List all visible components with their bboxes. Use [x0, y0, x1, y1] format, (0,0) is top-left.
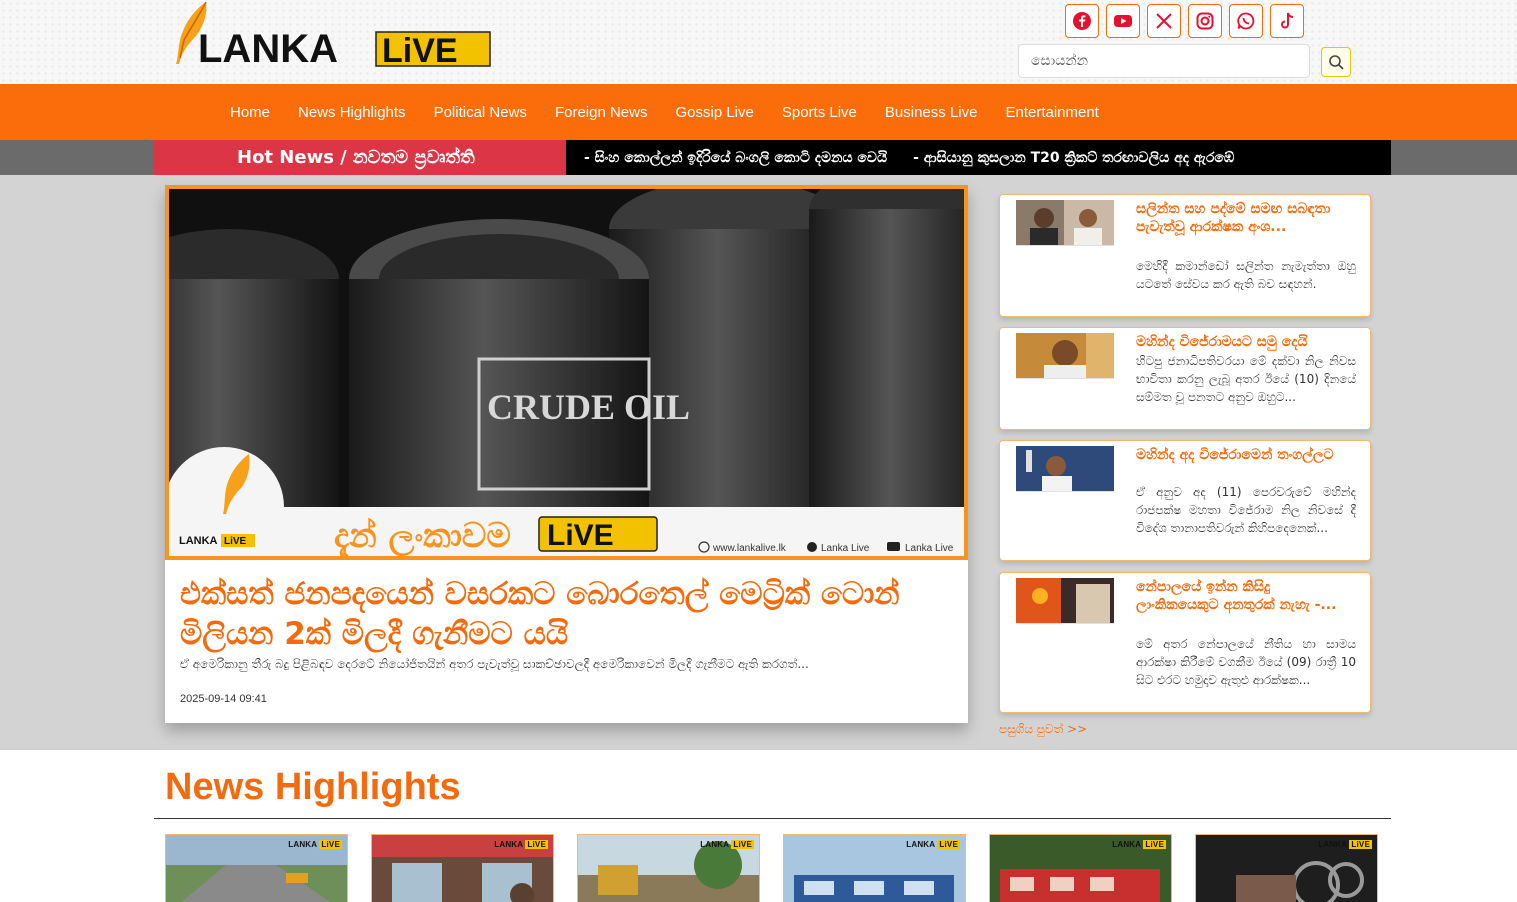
highlights-heading: News Highlights	[165, 766, 461, 808]
banner-site: www.lankalive.lk	[712, 543, 787, 554]
side-news-text: මෙහිදී කමාන්ඩෝ සලින්ත නැමැත්තා ඔහු යටතේ …	[1136, 259, 1356, 291]
side-news-title[interactable]: මහින්ද අද විජේරාමෙන් තංගල්ලට	[1136, 447, 1356, 465]
more-news-link[interactable]: පසුගිය පුවත් >>	[999, 722, 1087, 737]
nav-item-foreign-news[interactable]: Foreign News	[555, 104, 648, 121]
nav-item-home[interactable]: Home	[230, 104, 270, 121]
tiktok-button[interactable]	[1270, 4, 1304, 38]
nav-item-business-live[interactable]: Business Live	[885, 104, 978, 121]
x-icon	[1156, 13, 1172, 29]
nav-item-gossip-live[interactable]: Gossip Live	[675, 104, 753, 121]
youtube-icon	[1114, 15, 1132, 27]
banner-logo-word: LANKA	[179, 535, 218, 547]
highlight-card[interactable]: LANKA LiVE	[165, 834, 348, 902]
side-news-text: මේ අතර නේපාලයේ නීතිය හා සාමය ආරක්ෂා කිරී…	[1136, 637, 1356, 687]
ticker-item[interactable]: - ආසියානු කුසලාන T20 ක්‍රිකට් තරඟාවලිය අ…	[895, 150, 1242, 166]
news-photo	[1016, 446, 1114, 491]
ticker-item[interactable]: - සිංහ කොල්ලන් ඉදිරියේ බංගලි කොටි දමනය ව…	[566, 150, 895, 166]
featured-title[interactable]: එක්සත් ජනපදයෙන් වසරකට බොරතෙල් මෙට්‍රික් …	[180, 575, 950, 654]
highlight-card[interactable]: LANKA LiVE	[989, 834, 1172, 902]
tiktok-icon	[1281, 12, 1294, 29]
side-news-text: හිටපු ජනාධිපතිවරයා මේ දක්වා නිල නිවස භාව…	[1136, 354, 1356, 404]
instagram-button[interactable]	[1188, 4, 1222, 38]
logo-word-lanka: LANKA	[198, 27, 338, 71]
youtube-button[interactable]	[1106, 4, 1140, 38]
highlight-logo: LANKA LiVE	[494, 840, 548, 849]
side-news-card[interactable]: මහින්ද අද විජේරාමෙන් තංගල්ලට ඒ අනුව අද (…	[999, 440, 1371, 561]
highlights-divider	[154, 818, 1391, 819]
nav-item-entertainment[interactable]: Entertainment	[1005, 104, 1098, 121]
highlight-logo: LANKA LiVE	[1112, 840, 1166, 849]
news-photo	[1016, 200, 1114, 245]
crude-oil-photo: CRUDE OIL LANKA LiVE දැන් ලංකාවම LiVE ww…	[169, 189, 964, 556]
nav-item-news-highlights[interactable]: News Highlights	[298, 104, 406, 121]
facebook-icon	[1073, 12, 1091, 30]
highlight-logo: LANKA LiVE	[700, 840, 754, 849]
nav-item-sports-live[interactable]: Sports Live	[782, 104, 857, 121]
instagram-icon	[1196, 12, 1214, 30]
featured-date: 2025-09-14 09:41	[180, 693, 267, 705]
hot-news-bar: Hot News / නවතම ප්‍රවෘත්ති - සිංහ කොල්ලන…	[0, 140, 1517, 175]
search-icon	[1329, 55, 1344, 70]
nav-item-political-news[interactable]: Political News	[434, 104, 527, 121]
main-nav: Home News Highlights Political News Fore…	[0, 84, 1517, 140]
side-news-card[interactable]: නේපාලයේ ඉන්න කිසිදු ලාංකිකයෙකුට අනතුරක් …	[999, 572, 1371, 713]
banner-slogan: දැන් ලංකාවම	[334, 516, 511, 556]
side-news-thumbnail[interactable]	[1016, 333, 1114, 379]
highlights-cards: LANKA LiVE LANKA LiVE LANKA LiVE LANKA L…	[165, 834, 1378, 902]
side-news-title[interactable]: සලින්ත සහ පද්මේ සමඟ සබඳතා පැවැත්වූ ආරක්ෂ…	[1136, 201, 1356, 237]
featured-article[interactable]: CRUDE OIL LANKA LiVE දැන් ලංකාවම LiVE ww…	[165, 185, 968, 723]
featured-image[interactable]: CRUDE OIL LANKA LiVE දැන් ලංකාවම LiVE ww…	[165, 185, 968, 560]
social-links	[1065, 4, 1304, 38]
highlight-logo: LANKA LiVE	[288, 840, 342, 849]
hot-news-label: Hot News / නවතම ප්‍රවෘත්ති	[154, 140, 566, 175]
highlight-card[interactable]: LANKA LiVE	[1195, 834, 1378, 902]
side-news-card[interactable]: සලින්ත සහ පද්මේ සමඟ සබඳතා පැවැත්වූ ආරක්ෂ…	[999, 194, 1371, 317]
highlight-logo: LANKA LiVE	[1318, 840, 1372, 849]
side-news-title[interactable]: නේපාලයේ ඉන්න කිසිදු ලාංකිකයෙකුට අනතුරක් …	[1136, 579, 1356, 615]
youtube-icon	[887, 542, 900, 551]
banner-facebook: Lanka Live	[821, 543, 870, 554]
highlight-logo: LANKA LiVE	[906, 840, 960, 849]
banner-youtube: Lanka Live	[905, 543, 954, 554]
featured-summary: ඒ අමෙරිකානු තීරු බදු පිළිබඳව දෙරටේ නියෝජ…	[180, 657, 809, 671]
facebook-icon	[807, 542, 817, 552]
news-photo	[1016, 578, 1114, 623]
side-news-thumbnail[interactable]	[1016, 578, 1114, 624]
news-photo	[1016, 333, 1114, 378]
whatsapp-icon	[1237, 12, 1255, 30]
logo-word-live: LiVE	[382, 32, 458, 70]
search-button[interactable]	[1321, 47, 1351, 77]
site-header: LANKA LiVE	[0, 0, 1517, 84]
side-news-thumbnail[interactable]	[1016, 446, 1114, 492]
side-news-card[interactable]: මහින්ද විජේරාමයට සමු දෙයි හිටපු ජනාධිපති…	[999, 327, 1371, 430]
side-news-text: ඒ අනුව අද (11) පෙරවරුවේ මහින්ද රාජපක්ෂ ම…	[1136, 485, 1356, 535]
crude-oil-label: CRUDE OIL	[487, 387, 690, 427]
side-news-thumbnail[interactable]	[1016, 200, 1114, 246]
highlight-card[interactable]: LANKA LiVE	[371, 834, 554, 902]
highlight-card[interactable]: LANKA LiVE	[577, 834, 760, 902]
x-button[interactable]	[1147, 4, 1181, 38]
banner-logo-live: LiVE	[224, 536, 247, 547]
facebook-button[interactable]	[1065, 4, 1099, 38]
search-input[interactable]	[1018, 44, 1310, 78]
site-logo[interactable]: LANKA LiVE	[166, 0, 496, 72]
banner-live: LiVE	[547, 519, 614, 552]
side-news-title[interactable]: මහින්ද විජේරාමයට සමු දෙයි	[1136, 334, 1356, 352]
highlight-card[interactable]: LANKA LiVE	[783, 834, 966, 902]
hot-news-ticker: - සිංහ කොල්ලන් ඉදිරියේ බංගලි කොටි දමනය ව…	[566, 140, 1391, 175]
whatsapp-button[interactable]	[1229, 4, 1263, 38]
